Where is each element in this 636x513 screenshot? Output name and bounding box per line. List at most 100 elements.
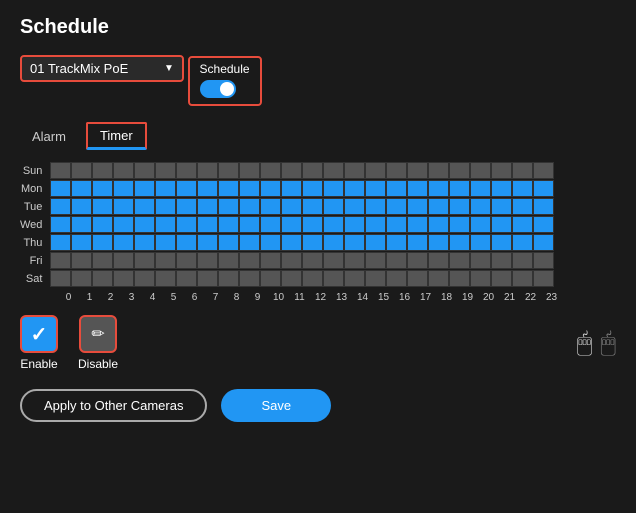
- grid-cell[interactable]: [176, 180, 197, 197]
- grid-cell[interactable]: [407, 216, 428, 233]
- grid-cell[interactable]: [71, 234, 92, 251]
- grid-cell[interactable]: [197, 162, 218, 179]
- tab-alarm[interactable]: Alarm: [20, 125, 78, 148]
- grid-cell[interactable]: [533, 216, 554, 233]
- grid-cell[interactable]: [428, 162, 449, 179]
- grid-cell[interactable]: [512, 180, 533, 197]
- grid-cell[interactable]: [533, 180, 554, 197]
- grid-cell[interactable]: [302, 198, 323, 215]
- grid-cell[interactable]: [491, 216, 512, 233]
- grid-cell[interactable]: [491, 252, 512, 269]
- grid-cell[interactable]: [71, 270, 92, 287]
- grid-cell[interactable]: [323, 180, 344, 197]
- grid-cell[interactable]: [113, 252, 134, 269]
- grid-cell[interactable]: [428, 180, 449, 197]
- grid-cell[interactable]: [155, 270, 176, 287]
- grid-cell[interactable]: [50, 198, 71, 215]
- grid-cell[interactable]: [449, 198, 470, 215]
- apply-to-other-cameras-button[interactable]: Apply to Other Cameras: [20, 389, 207, 422]
- grid-cell[interactable]: [50, 216, 71, 233]
- grid-cell[interactable]: [218, 234, 239, 251]
- grid-cell[interactable]: [470, 180, 491, 197]
- grid-cell[interactable]: [449, 252, 470, 269]
- grid-cell[interactable]: [407, 198, 428, 215]
- grid-cell[interactable]: [449, 162, 470, 179]
- grid-cell[interactable]: [428, 198, 449, 215]
- grid-cell[interactable]: [71, 180, 92, 197]
- grid-cell[interactable]: [281, 198, 302, 215]
- grid-cell[interactable]: [239, 234, 260, 251]
- disable-icon-box[interactable]: ✏: [79, 315, 117, 353]
- grid-cell[interactable]: [449, 270, 470, 287]
- grid-cell[interactable]: [491, 234, 512, 251]
- grid-cell[interactable]: [92, 234, 113, 251]
- grid-cell[interactable]: [134, 216, 155, 233]
- grid-cell[interactable]: [491, 198, 512, 215]
- grid-cell[interactable]: [260, 234, 281, 251]
- grid-cell[interactable]: [239, 198, 260, 215]
- grid-cell[interactable]: [239, 180, 260, 197]
- grid-cell[interactable]: [344, 234, 365, 251]
- grid-cell[interactable]: [260, 198, 281, 215]
- grid-cell[interactable]: [176, 198, 197, 215]
- grid-cell[interactable]: [197, 234, 218, 251]
- grid-cell[interactable]: [113, 180, 134, 197]
- grid-cell[interactable]: [71, 252, 92, 269]
- grid-cell[interactable]: [323, 270, 344, 287]
- grid-cell[interactable]: [176, 162, 197, 179]
- tab-timer[interactable]: Timer: [86, 122, 147, 150]
- grid-cell[interactable]: [344, 270, 365, 287]
- grid-cell[interactable]: [365, 234, 386, 251]
- grid-cell[interactable]: [176, 234, 197, 251]
- grid-cell[interactable]: [281, 162, 302, 179]
- grid-cell[interactable]: [470, 234, 491, 251]
- grid-cell[interactable]: [407, 162, 428, 179]
- grid-cell[interactable]: [218, 198, 239, 215]
- grid-cell[interactable]: [365, 252, 386, 269]
- grid-cell[interactable]: [386, 162, 407, 179]
- grid-cell[interactable]: [218, 252, 239, 269]
- grid-cell[interactable]: [344, 162, 365, 179]
- grid-cell[interactable]: [386, 216, 407, 233]
- save-button[interactable]: Save: [221, 389, 331, 422]
- grid-cell[interactable]: [344, 252, 365, 269]
- grid-cell[interactable]: [155, 162, 176, 179]
- grid-cell[interactable]: [512, 270, 533, 287]
- grid-cell[interactable]: [113, 198, 134, 215]
- grid-cell[interactable]: [218, 270, 239, 287]
- grid-cell[interactable]: [512, 252, 533, 269]
- grid-cell[interactable]: [533, 252, 554, 269]
- grid-cell[interactable]: [428, 270, 449, 287]
- grid-cell[interactable]: [344, 198, 365, 215]
- cursor-disabled-icon[interactable]: 🖱: [600, 327, 616, 359]
- grid-cell[interactable]: [344, 216, 365, 233]
- grid-cell[interactable]: [365, 198, 386, 215]
- grid-cell[interactable]: [134, 270, 155, 287]
- grid-cell[interactable]: [134, 252, 155, 269]
- grid-cell[interactable]: [197, 180, 218, 197]
- grid-cell[interactable]: [50, 270, 71, 287]
- grid-cell[interactable]: [71, 216, 92, 233]
- grid-cell[interactable]: [92, 270, 113, 287]
- grid-cell[interactable]: [386, 198, 407, 215]
- grid-cell[interactable]: [92, 216, 113, 233]
- grid-cell[interactable]: [491, 270, 512, 287]
- grid-cell[interactable]: [449, 234, 470, 251]
- grid-cell[interactable]: [50, 234, 71, 251]
- grid-cell[interactable]: [491, 180, 512, 197]
- grid-cell[interactable]: [113, 162, 134, 179]
- grid-cell[interactable]: [134, 198, 155, 215]
- grid-cell[interactable]: [365, 162, 386, 179]
- enable-icon-box[interactable]: ✓: [20, 315, 58, 353]
- grid-cell[interactable]: [428, 216, 449, 233]
- grid-cell[interactable]: [218, 180, 239, 197]
- grid-cell[interactable]: [260, 180, 281, 197]
- grid-cell[interactable]: [155, 198, 176, 215]
- grid-cell[interactable]: [92, 180, 113, 197]
- grid-cell[interactable]: [155, 180, 176, 197]
- grid-cell[interactable]: [281, 216, 302, 233]
- grid-cell[interactable]: [176, 216, 197, 233]
- grid-cell[interactable]: [512, 216, 533, 233]
- grid-cell[interactable]: [155, 234, 176, 251]
- grid-cell[interactable]: [134, 162, 155, 179]
